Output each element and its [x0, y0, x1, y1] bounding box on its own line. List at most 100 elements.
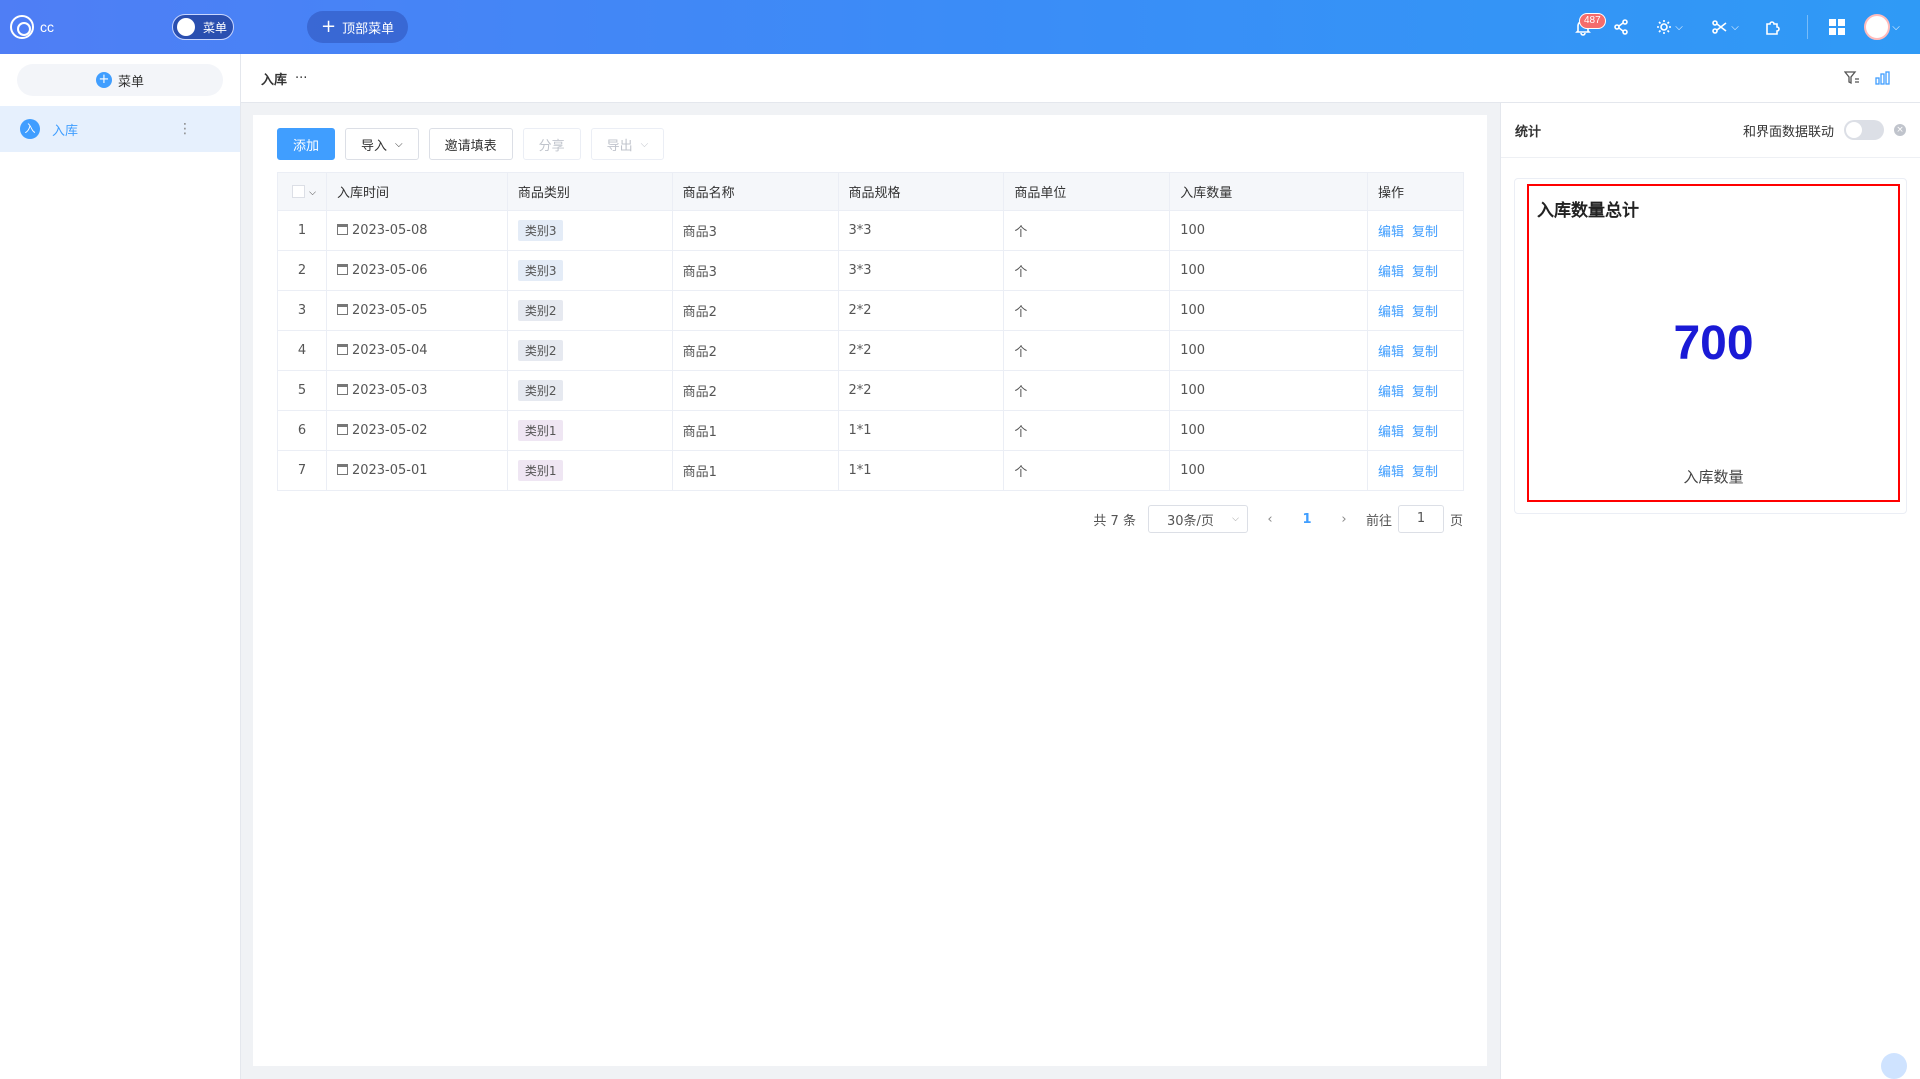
filter-icon[interactable]: [1844, 70, 1860, 86]
sidebar-item-label: 入库: [52, 123, 79, 139]
app-logo[interactable]: cc: [10, 15, 160, 39]
qty-cell: 100: [1169, 370, 1369, 411]
table-row[interactable]: 1 2023-05-08 类别3 商品3 3*3 个 100 编辑 复制: [277, 210, 1464, 251]
divider: [1807, 15, 1808, 39]
edit-link[interactable]: 编辑: [1378, 465, 1404, 480]
help-chat-icon[interactable]: [1881, 1053, 1907, 1079]
table-row[interactable]: 2 2023-05-06 类别3 商品3 3*3 个 100 编辑 复制: [277, 250, 1464, 291]
grid-icon: [1829, 19, 1845, 35]
copy-link[interactable]: 复制: [1412, 305, 1438, 320]
column-header[interactable]: 入库时间: [325, 172, 508, 211]
chevron-down-icon: ⌵: [640, 138, 649, 150]
copy-link[interactable]: 复制: [1412, 385, 1438, 400]
export-button[interactable]: 导出 ⌵: [590, 128, 665, 160]
column-header[interactable]: 商品名称: [671, 172, 839, 211]
stat-value: 700: [1673, 317, 1754, 370]
plugin-button[interactable]: [1753, 0, 1793, 54]
name-cell: 商品1: [671, 410, 839, 451]
chevron-down-icon: ⌵: [395, 138, 403, 150]
prev-page-button[interactable]: ‹: [1260, 512, 1280, 527]
column-header[interactable]: 入库数量: [1169, 172, 1369, 211]
date-value: 2023-05-01: [351, 463, 428, 478]
edit-link[interactable]: 编辑: [1378, 265, 1404, 280]
date-value: 2023-05-05: [351, 303, 428, 318]
main-content: 添加 导入 ⌵ 邀请填表 分享 导出 ⌵ ⌵ 入库时间 商品类别 商品名称 商品…: [253, 115, 1487, 1066]
toggle-knob: [177, 18, 195, 36]
table-row[interactable]: 3 2023-05-05 类别2 商品2 2*2 个 100 编辑 复制: [277, 290, 1464, 331]
column-header[interactable]: 商品类别: [506, 172, 673, 211]
stat-card: 入库数量总计 700 入库数量: [1514, 178, 1907, 514]
copy-link[interactable]: 复制: [1412, 265, 1438, 280]
next-page-button[interactable]: ›: [1334, 512, 1354, 527]
apps-button[interactable]: [1822, 0, 1852, 54]
qty-cell: 100: [1169, 330, 1369, 371]
row-index: 2: [277, 250, 327, 291]
column-header[interactable]: 商品单位: [1003, 172, 1171, 211]
sidebar-item-inbound[interactable]: 入 入库 ⋮: [0, 106, 240, 152]
table-row[interactable]: 5 2023-05-03 类别2 商品2 2*2 个 100 编辑 复制: [277, 370, 1464, 411]
action-cell: 编辑 复制: [1367, 290, 1464, 331]
sidebar-add-menu-button[interactable]: + 菜单: [17, 64, 223, 96]
calendar-icon: [336, 304, 348, 315]
date-value: 2023-05-03: [351, 383, 428, 398]
action-cell: 编辑 复制: [1367, 410, 1464, 451]
edit-link[interactable]: 编辑: [1378, 425, 1404, 440]
settings-button[interactable]: ⌵: [1641, 0, 1697, 54]
stat-label: 入库数量: [1683, 468, 1744, 486]
spec-cell: 1*1: [837, 410, 1005, 451]
table-row[interactable]: 7 2023-05-01 类别1 商品1 1*1 个 100 编辑 复制: [277, 450, 1464, 491]
unit-cell: 个: [1003, 250, 1171, 291]
page-size-select[interactable]: 30条/页 ⌵: [1147, 505, 1248, 533]
date-cell: 2023-05-08: [325, 210, 508, 251]
goto-page-input[interactable]: 1: [1397, 505, 1444, 533]
link-data-switch[interactable]: [1844, 120, 1884, 140]
notification-button[interactable]: 487: [1565, 0, 1606, 54]
add-button[interactable]: 添加: [277, 128, 336, 160]
pager-total: 共 7 条: [1093, 513, 1136, 529]
menu-toggle[interactable]: 菜单: [172, 14, 234, 40]
edit-link[interactable]: 编辑: [1378, 225, 1404, 240]
invite-button[interactable]: 邀请填表: [428, 128, 513, 160]
edit-link[interactable]: 编辑: [1378, 345, 1404, 360]
date-cell: 2023-05-06: [325, 250, 508, 291]
category-tag: 类别3: [517, 220, 564, 241]
plus-circle-icon: +: [95, 72, 112, 88]
copy-link[interactable]: 复制: [1412, 465, 1438, 480]
action-cell: 编辑 复制: [1367, 210, 1464, 251]
import-button[interactable]: 导入 ⌵: [345, 128, 419, 160]
row-index: 6: [277, 410, 327, 451]
page-title: 入库: [261, 72, 288, 88]
copy-link[interactable]: 复制: [1412, 225, 1438, 240]
user-menu[interactable]: ⌵: [1852, 0, 1912, 54]
name-cell: 商品1: [671, 450, 839, 491]
chevron-down-icon: ⌵: [1675, 21, 1683, 33]
edit-link[interactable]: 编辑: [1378, 305, 1404, 320]
select-all-header[interactable]: ⌵: [277, 172, 327, 211]
close-icon[interactable]: ×: [1894, 124, 1906, 136]
copy-link[interactable]: 复制: [1412, 425, 1438, 440]
share-button[interactable]: [1601, 0, 1641, 54]
pagination: 共 7 条 30条/页 ⌵ ‹ 1 › 前往 1 页: [1093, 505, 1463, 533]
bar-chart-icon[interactable]: [1874, 70, 1890, 86]
top-menu-button[interactable]: + 顶部菜单: [307, 11, 409, 43]
column-header[interactable]: 商品规格: [837, 172, 1005, 211]
gear-icon: [1657, 20, 1672, 34]
table-row[interactable]: 6 2023-05-02 类别1 商品1 1*1 个 100 编辑 复制: [277, 410, 1464, 451]
category-cell: 类别1: [506, 410, 673, 451]
share-table-button[interactable]: 分享: [522, 128, 581, 160]
current-page[interactable]: 1: [1292, 512, 1322, 527]
stat-card-title: 入库数量总计: [1537, 201, 1639, 221]
page-more-button[interactable]: ···: [295, 71, 307, 86]
table-row[interactable]: 4 2023-05-04 类别2 商品2 2*2 个 100 编辑 复制: [277, 330, 1464, 371]
more-vertical-icon[interactable]: ⋮: [178, 121, 192, 137]
edit-link[interactable]: 编辑: [1378, 385, 1404, 400]
tools-button[interactable]: ⌵: [1697, 0, 1753, 54]
name-cell: 商品3: [671, 250, 839, 291]
copy-link[interactable]: 复制: [1412, 345, 1438, 360]
action-cell: 编辑 复制: [1367, 370, 1464, 411]
qty-cell: 100: [1169, 250, 1369, 291]
date-value: 2023-05-06: [351, 263, 428, 278]
select-all-checkbox[interactable]: [292, 185, 305, 198]
name-cell: 商品2: [671, 330, 839, 371]
stats-header: 统计 和界面数据联动 ×: [1501, 103, 1920, 158]
